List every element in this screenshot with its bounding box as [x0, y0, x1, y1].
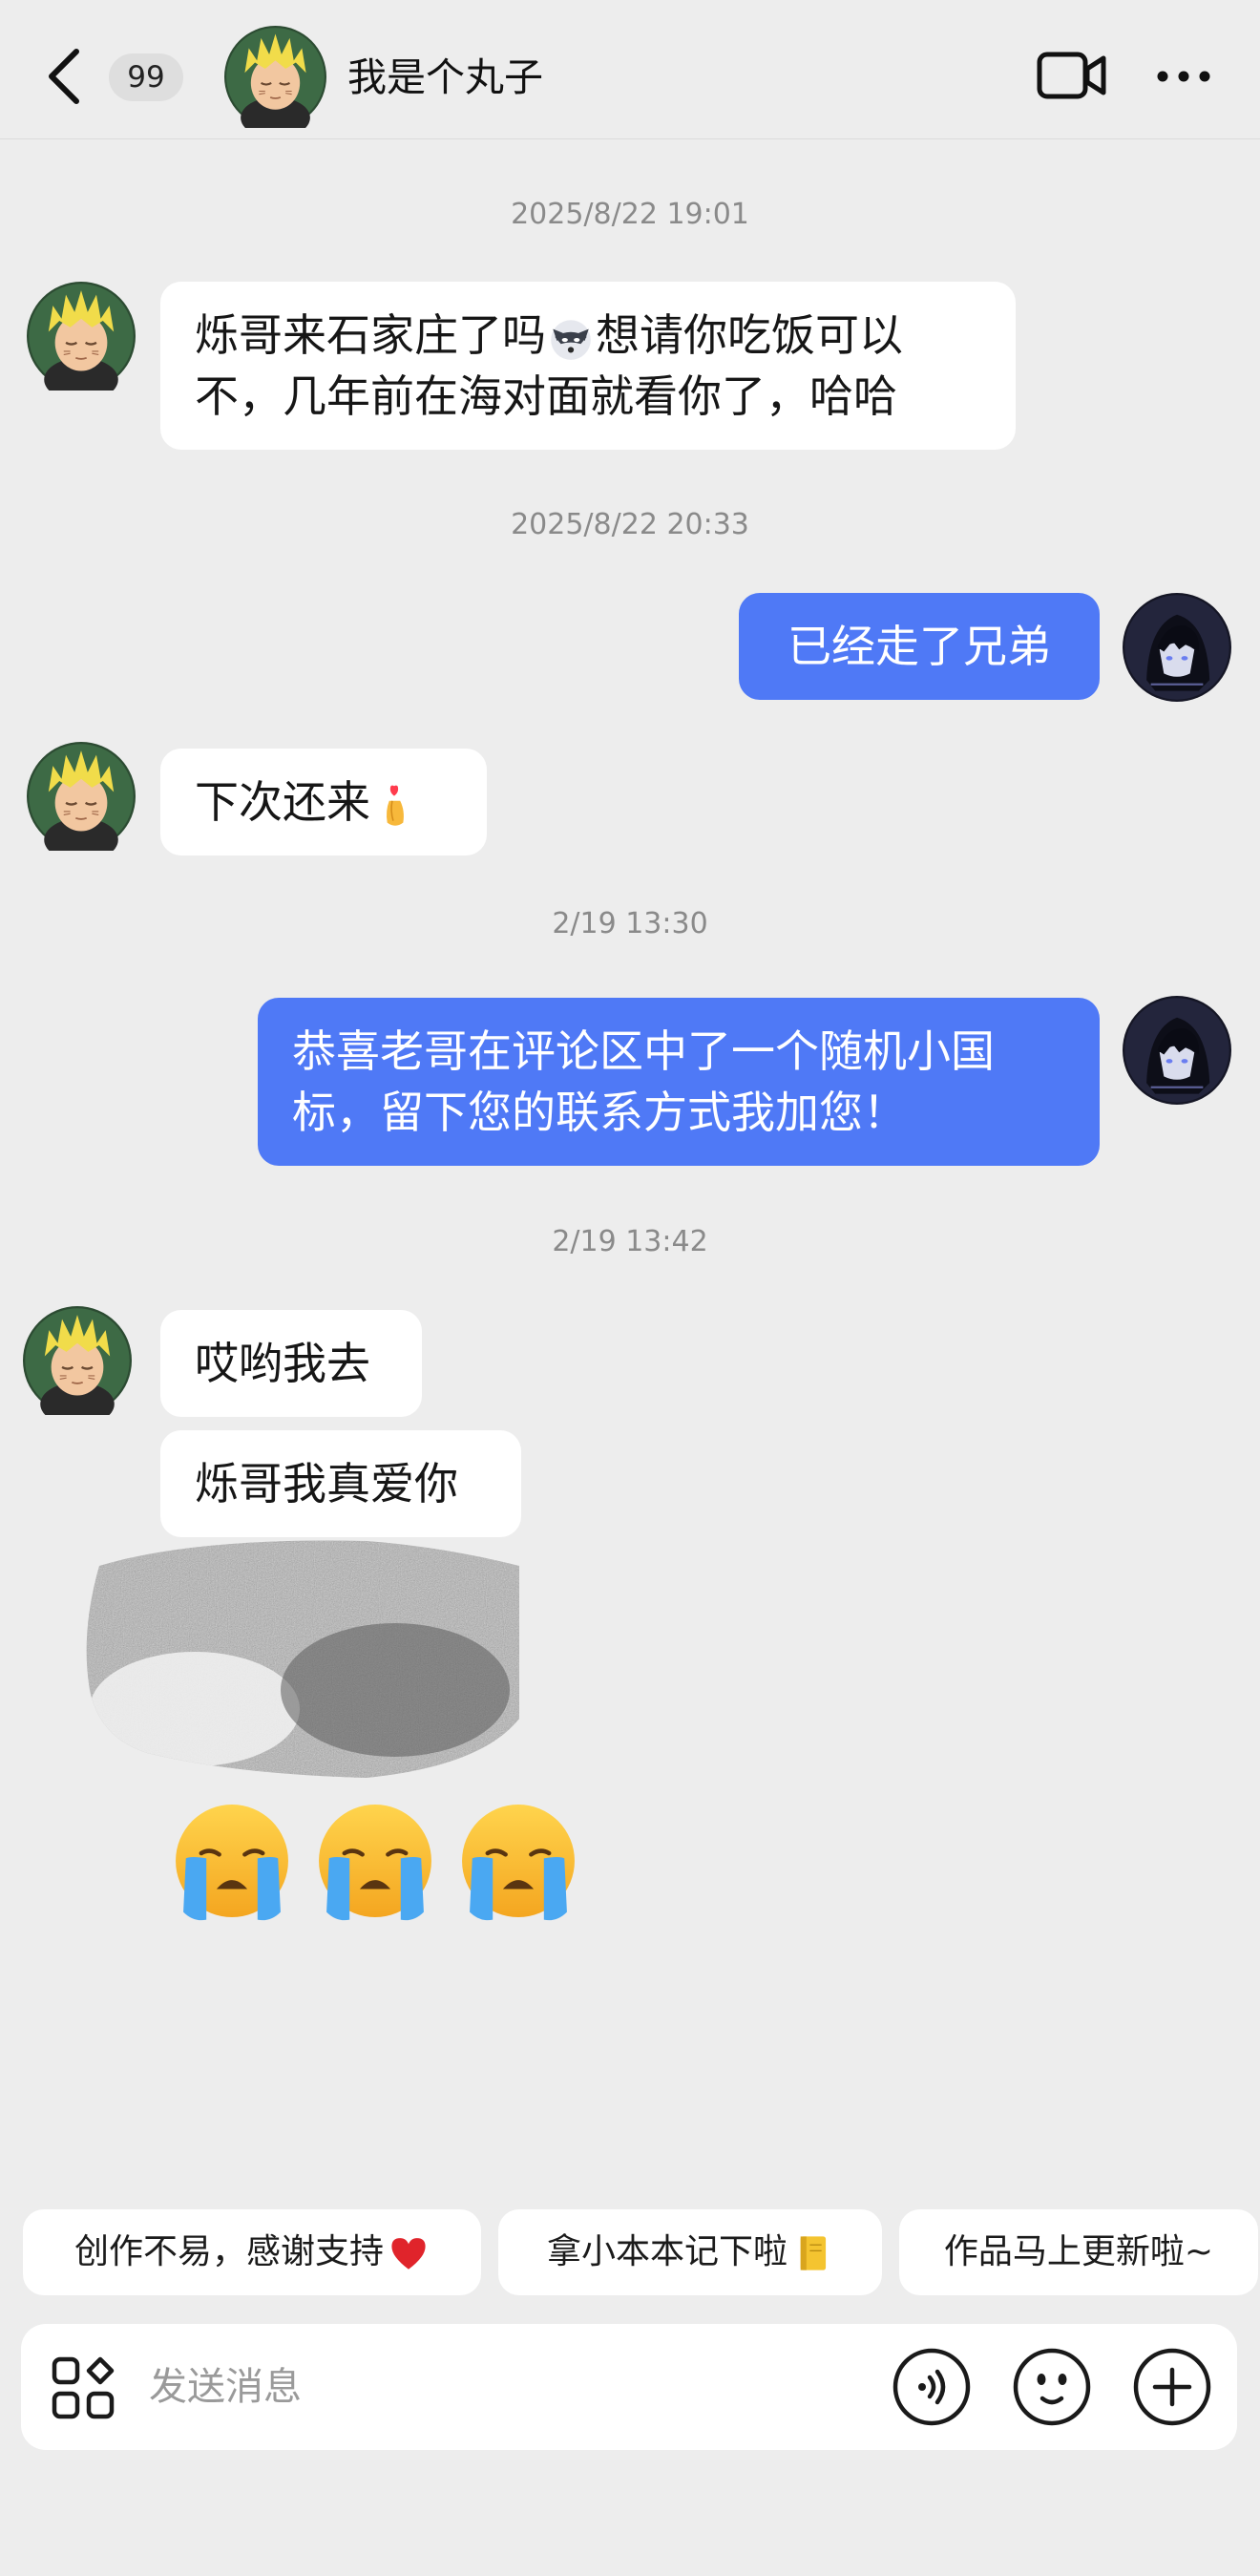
- finger-heart-emoji-icon: [370, 781, 420, 831]
- message-text: 想请你吃饭可以: [596, 309, 903, 361]
- crying-face-icon: [164, 1797, 300, 1925]
- quick-reply-label: 作品马上更新啦~: [943, 2232, 1214, 2271]
- message-bubble-outgoing[interactable]: 已经走了兄弟: [739, 593, 1100, 700]
- message-text: 烁哥我真爱你: [195, 1458, 458, 1510]
- message-text: 烁哥来石家庄了吗: [195, 309, 546, 361]
- timestamp: 2/19 13:42: [552, 1225, 708, 1258]
- contact-avatar[interactable]: [27, 282, 136, 391]
- message-bubble-outgoing[interactable]: 恭喜老哥在评论区中了一个随机小国 标，留下您的联系方式我加您！: [258, 998, 1100, 1166]
- more-dots-icon[interactable]: [1155, 67, 1212, 86]
- crying-face-icon: [451, 1797, 586, 1925]
- unread-count-badge[interactable]: 99: [109, 53, 183, 101]
- plus-icon[interactable]: [1132, 2347, 1212, 2427]
- message-text: 下次还来: [195, 776, 370, 828]
- message-text: 不，几年前在海对面就看你了，哈哈: [195, 370, 897, 422]
- quick-reply-label: 创作不易，感谢支持: [74, 2232, 384, 2271]
- chat-screen: 99 我是个丸子 2025/8/22 19:01 烁哥来石家庄了吗 想请你吃饭可以: [0, 0, 1260, 2576]
- message-text: 已经走了兄弟: [788, 621, 1051, 672]
- chat-header: 99 我是个丸子: [0, 0, 1260, 139]
- apps-grid-icon[interactable]: [52, 2356, 115, 2419]
- quick-reply-button[interactable]: 拿小本本记下啦: [498, 2209, 882, 2295]
- quick-reply-button[interactable]: 作品马上更新啦~: [899, 2209, 1258, 2295]
- contact-name[interactable]: 我是个丸子: [347, 50, 543, 105]
- message-bubble-incoming[interactable]: 哎哟我去: [160, 1310, 422, 1417]
- video-call-icon[interactable]: [1037, 50, 1107, 101]
- timestamp: 2025/8/22 19:01: [511, 198, 749, 231]
- message-text: 标，留下您的联系方式我加您！: [292, 1087, 907, 1138]
- redacted-scribble: [80, 1528, 529, 1785]
- chevron-left-icon[interactable]: [42, 46, 88, 107]
- message-bubble-incoming[interactable]: 烁哥来石家庄了吗 想请你吃饭可以 不，几年前在海对面就看你了，哈哈: [160, 282, 1016, 450]
- smiley-icon[interactable]: [1012, 2347, 1092, 2427]
- self-avatar[interactable]: [1123, 593, 1231, 702]
- self-avatar[interactable]: [1123, 996, 1231, 1105]
- contact-avatar[interactable]: [27, 742, 136, 851]
- red-heart-icon: [388, 2232, 430, 2274]
- contact-avatar[interactable]: [224, 26, 326, 128]
- timestamp: 2025/8/22 20:33: [511, 508, 749, 541]
- fox-emoji-icon: [546, 314, 596, 364]
- notebook-icon: [791, 2232, 833, 2274]
- message-input-bar: [21, 2324, 1237, 2450]
- quick-reply-label: 拿小本本记下啦: [546, 2232, 788, 2271]
- message-bubble-incoming[interactable]: 烁哥我真爱你: [160, 1430, 521, 1537]
- message-text: 哎哟我去: [195, 1338, 370, 1389]
- message-text: 恭喜老哥在评论区中了一个随机小国: [292, 1025, 995, 1077]
- quick-reply-button[interactable]: 创作不易，感谢支持: [23, 2209, 481, 2295]
- timestamp: 2/19 13:30: [552, 907, 708, 940]
- voice-icon[interactable]: [892, 2347, 972, 2427]
- contact-avatar[interactable]: [23, 1306, 132, 1415]
- message-bubble-incoming[interactable]: 下次还来: [160, 749, 487, 855]
- message-input[interactable]: [149, 2353, 874, 2421]
- crying-face-icon: [307, 1797, 443, 1925]
